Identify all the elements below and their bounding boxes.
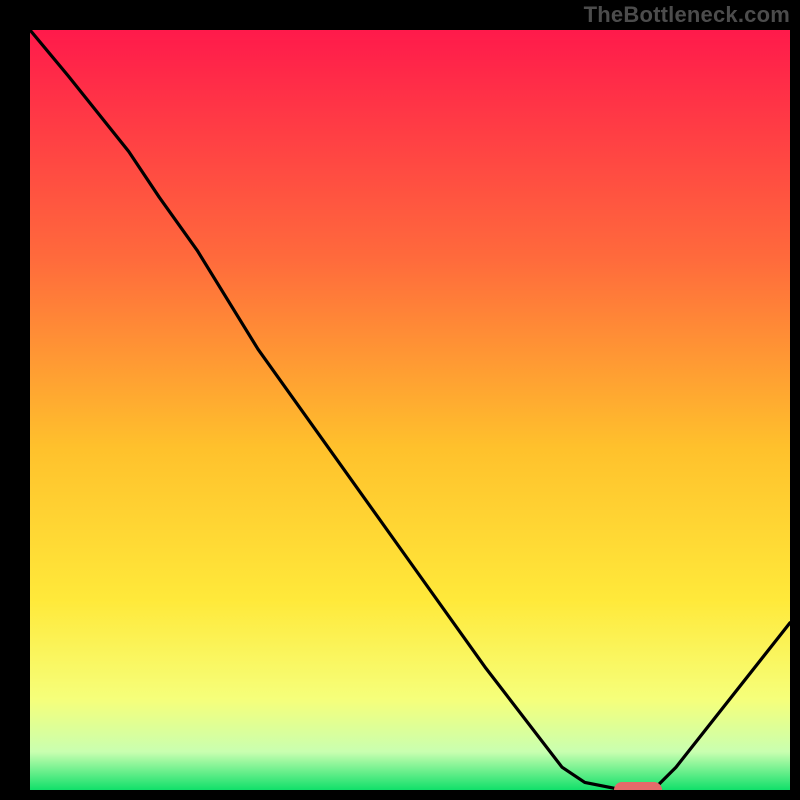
chart-frame: TheBottleneck.com xyxy=(0,0,800,800)
heat-background xyxy=(30,30,790,790)
bottleneck-chart xyxy=(30,30,790,790)
watermark-label: TheBottleneck.com xyxy=(584,2,790,28)
optimal-marker xyxy=(614,782,662,790)
plot-area xyxy=(30,30,790,790)
